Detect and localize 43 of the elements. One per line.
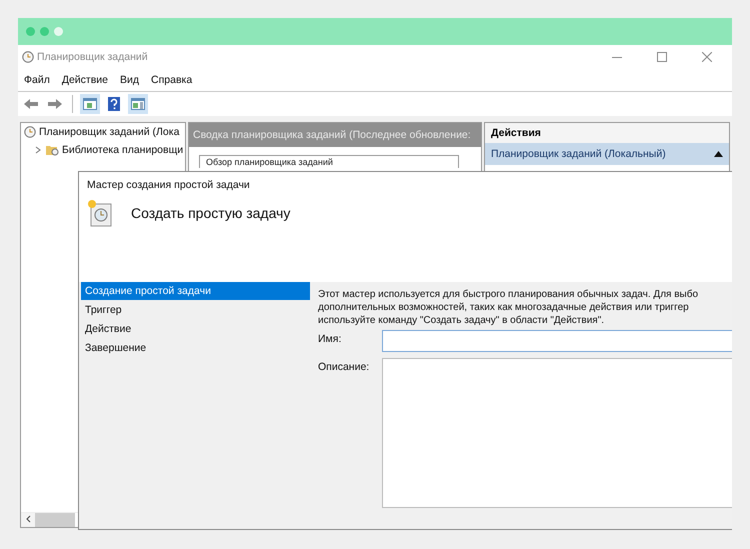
name-field[interactable] [382, 330, 732, 352]
window-dot[interactable] [40, 27, 49, 36]
window-dot[interactable] [26, 27, 35, 36]
wizard-step[interactable]: Триггер [81, 301, 310, 319]
close-icon [702, 52, 712, 62]
summary-header: Сводка планировщика заданий (Последнее обновление: [189, 123, 481, 147]
intro-text: дополнительных возможностей, таких как многозадачные действия или триггер [318, 301, 690, 314]
menu-item[interactable]: Действие [62, 74, 108, 86]
arrow-left-icon [24, 99, 38, 109]
description-field[interactable] [382, 358, 732, 508]
wizard-step[interactable]: Действие [81, 320, 310, 338]
dialog-title: Мастер создания простой задачи [87, 179, 251, 191]
folder-clock-icon [45, 144, 59, 156]
dialog-heading: Создать простую задачу [131, 205, 290, 221]
tree-item[interactable]: Библиотека планировщи [62, 144, 184, 156]
overview-section[interactable]: Обзор планировщика заданий [199, 155, 459, 168]
actions-header: Действия [485, 123, 729, 143]
action-pane-button[interactable] [128, 94, 148, 114]
collapse-icon[interactable] [714, 151, 723, 157]
window-title: Планировщик заданий [37, 51, 149, 63]
intro-text: используйте команду "Создать задачу" в области "Действия". [318, 314, 606, 327]
menu-item[interactable]: Вид [120, 74, 139, 86]
menu-item[interactable]: Справка [151, 74, 192, 86]
scroll-left-button[interactable] [21, 513, 35, 527]
minimize-icon [612, 56, 622, 58]
maximize-icon [657, 52, 667, 62]
app-icon [22, 51, 34, 63]
window-dot[interactable] [54, 27, 63, 36]
actions-group[interactable]: Планировщик заданий (Локальный) [485, 143, 729, 165]
menu-item[interactable]: Файл [24, 74, 50, 86]
chevron-icon[interactable] [34, 146, 42, 154]
arrow-right-icon [48, 99, 62, 109]
intro-text: Этот мастер используется для быстрого планирования обычных задач. Для выбо [318, 288, 700, 301]
name-label: Имя: [318, 332, 342, 345]
wizard-step[interactable]: Создание простой задачи [81, 282, 310, 300]
console-tree-button[interactable] [80, 94, 100, 114]
chevron-left-icon [25, 515, 31, 523]
task-clock-icon [87, 199, 113, 227]
description-label: Описание: [318, 360, 370, 373]
wizard-step[interactable]: Завершение [81, 339, 310, 357]
clock-icon [24, 126, 36, 138]
tree-item[interactable]: Планировщик заданий (Лока [39, 126, 180, 138]
scroll-thumb[interactable] [35, 513, 75, 527]
